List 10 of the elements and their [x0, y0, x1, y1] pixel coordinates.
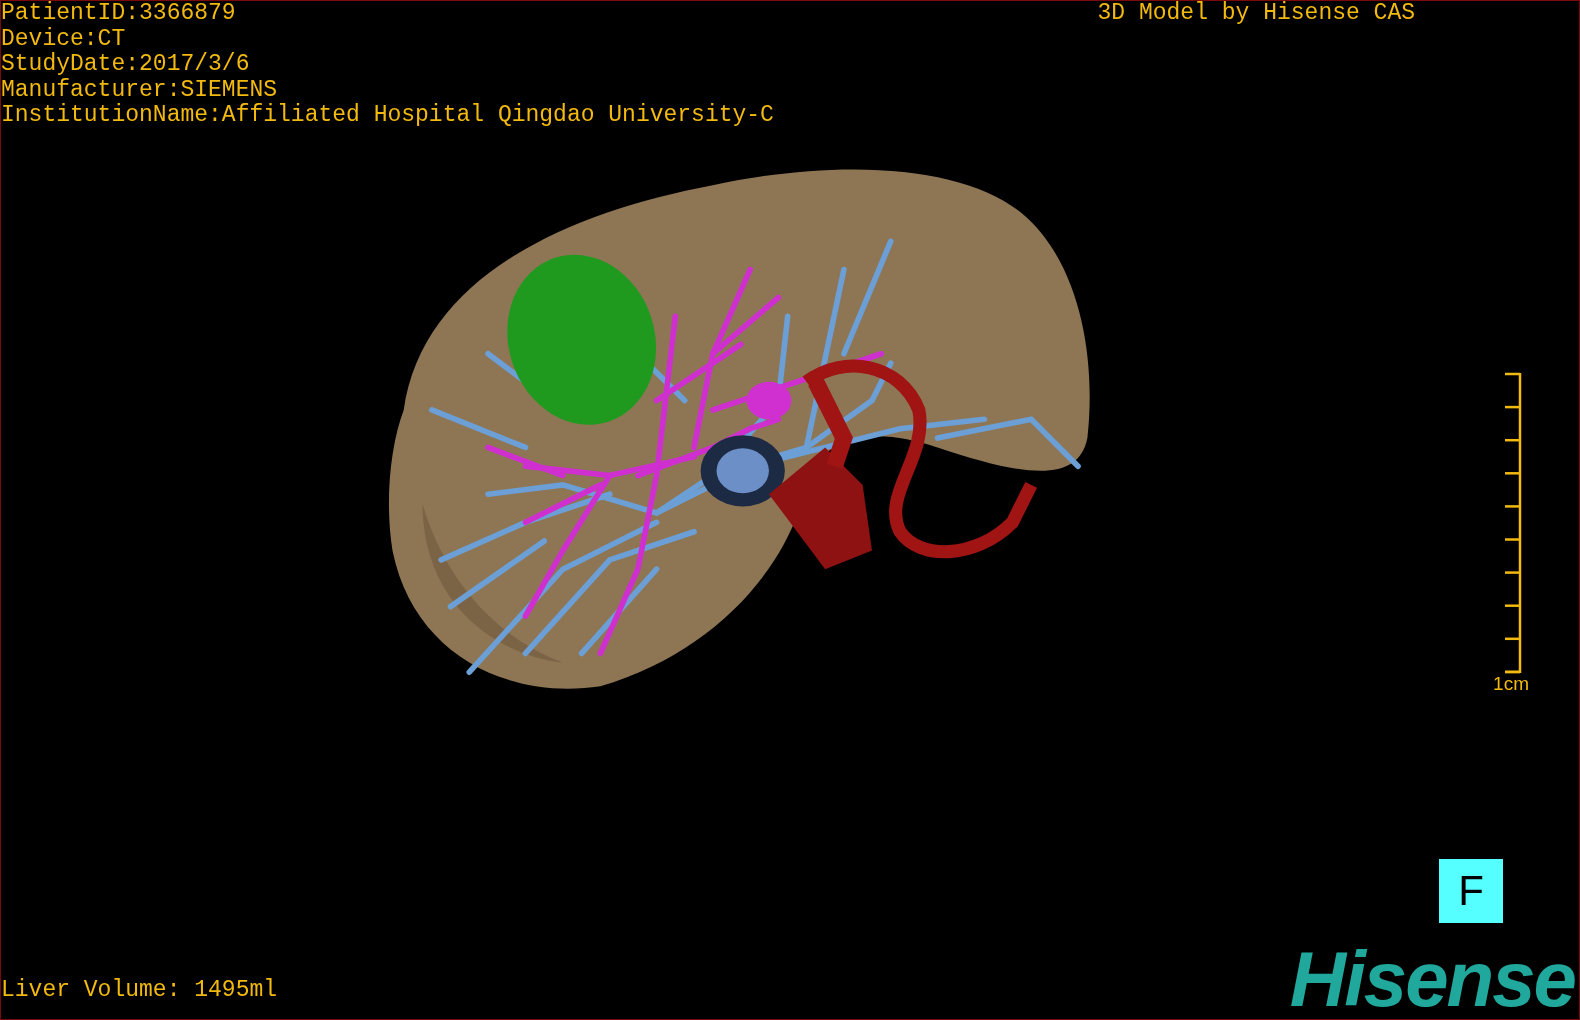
- scale-label: 1cm: [1493, 673, 1529, 694]
- study-info-line: PatientID:3366879: [1, 1, 237, 27]
- brand-logo: Hisense: [1289, 943, 1575, 1015]
- study-info-line: Device:CT: [1, 26, 127, 52]
- study-info-line: StudyDate:2017/3/6: [1, 52, 251, 78]
- model-credit: 3D Model by Hisense CAS: [1097, 1, 1415, 28]
- orientation-button[interactable]: F: [1439, 859, 1503, 923]
- study-info-line: Manufacturer:SIEMENS: [1, 77, 279, 103]
- liver-volume: Liver Volume: 1495ml: [1, 977, 278, 1003]
- study-info-line: InstitutionName:Affiliated Hospital Qingdao University-C: [1, 103, 774, 129]
